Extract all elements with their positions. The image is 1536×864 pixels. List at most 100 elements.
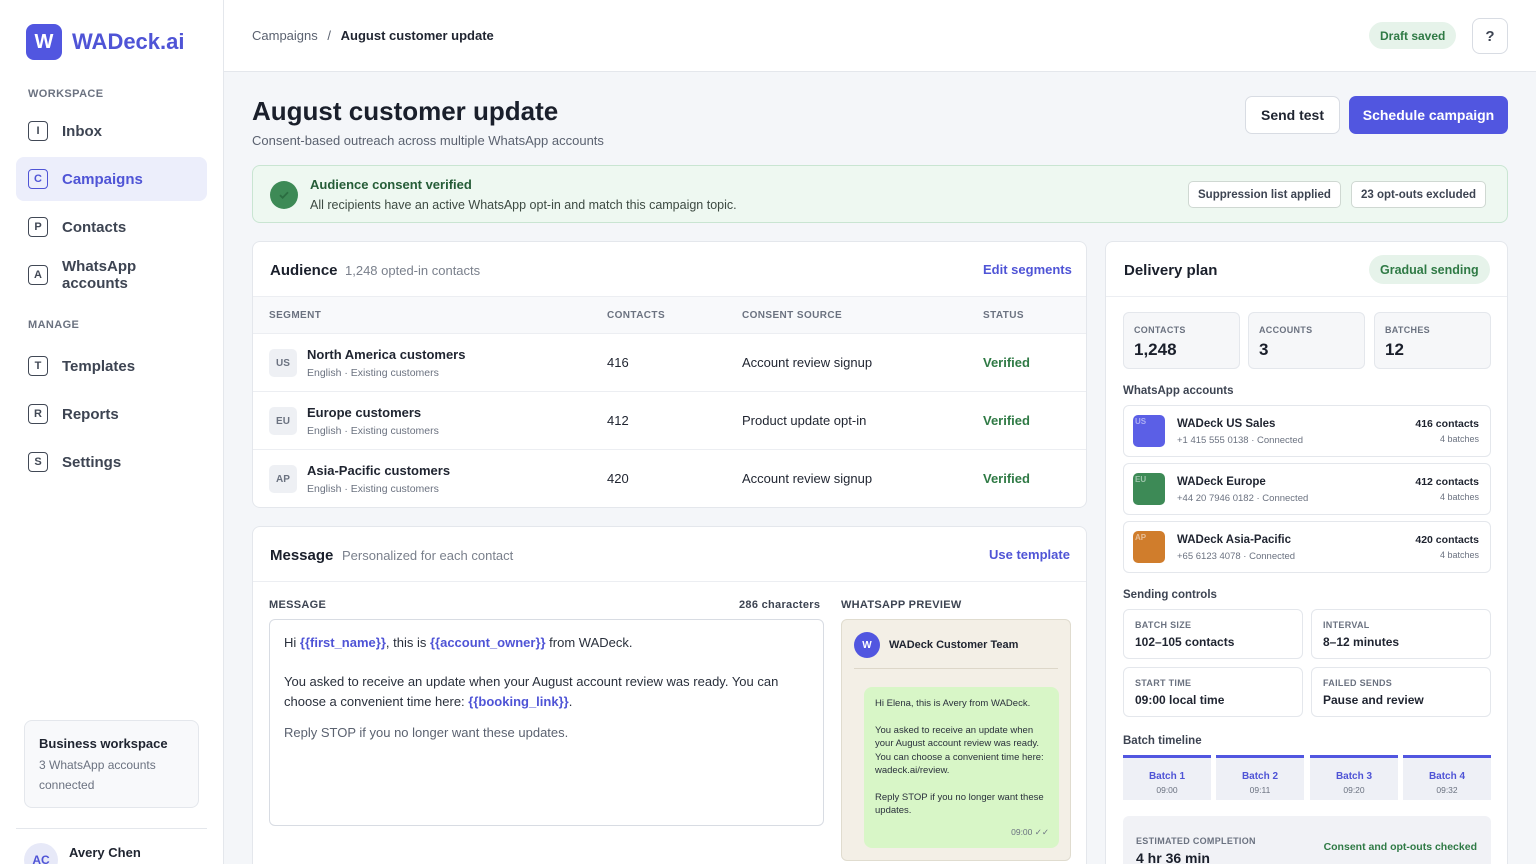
use-template-link[interactable]: Use template (989, 547, 1070, 562)
table-row[interactable]: AP Asia-Pacific customers English · Exis… (253, 449, 1086, 507)
page-subtitle: Consent-based outreach across multiple W… (252, 133, 604, 148)
sidebar-item-label: Contacts (62, 218, 127, 236)
column-header-consent-source: CONSENT SOURCE (742, 310, 843, 321)
control-label: START TIME (1135, 678, 1192, 688)
logo-mark: W (26, 24, 62, 60)
sidebar-item-inbox[interactable]: I Inbox (16, 109, 207, 153)
table-row[interactable]: EU Europe customers English · Existing c… (253, 391, 1086, 449)
nav-heading-workspace: WORKSPACE (28, 88, 104, 100)
audience-subtitle: 1,248 opted-in contacts (345, 263, 481, 278)
preview-header: W WADeck Customer Team (854, 632, 1058, 669)
account-item[interactable]: US WADeck US Sales +1 415 555 0138 · Con… (1123, 405, 1491, 457)
account-name: WADeck US Sales (1177, 418, 1276, 430)
status-badge: Draft saved (1369, 22, 1457, 49)
templates-icon: T (28, 356, 48, 376)
inbox-icon: I (28, 121, 48, 141)
batch-name: Batch 3 (1335, 771, 1373, 782)
control-label: FAILED SENDS (1323, 678, 1393, 688)
stat-label: BATCHES (1385, 325, 1430, 335)
table-header (253, 296, 1086, 333)
start-time-control[interactable]: START TIME 09:00 local time (1123, 667, 1303, 717)
account-item[interactable]: EU WADeck Europe +44 20 7946 0182 · Conn… (1123, 463, 1491, 515)
breadcrumb: Campaigns / August customer update (252, 28, 494, 43)
consent-subtitle: All recipients have an active WhatsApp o… (310, 198, 737, 212)
segment-badge: US (269, 349, 297, 377)
workspace-card[interactable]: Business workspace 3 WhatsApp accounts c… (24, 720, 199, 808)
stat-accounts: ACCOUNTS 3 (1248, 312, 1365, 369)
account-name: WADeck Europe (1177, 476, 1266, 488)
batch-time: 09:32 (1436, 785, 1458, 795)
preview-sender: WADeck Customer Team (889, 639, 1019, 651)
batch-name: Batch 4 (1428, 771, 1466, 782)
account-batches: 4 batches (1439, 492, 1479, 502)
campaigns-icon: C (28, 169, 48, 189)
control-value: 102–105 contacts (1135, 635, 1235, 649)
segment-badge: EU (269, 407, 297, 435)
user-name: Avery Chen (69, 845, 141, 860)
sending-mode-badge[interactable]: Gradual sending (1369, 255, 1490, 284)
sidebar-item-contacts[interactable]: P Contacts (16, 205, 207, 249)
whatsapp-preview: W WADeck Customer Team Hi Elena, this is… (841, 619, 1071, 861)
batch-name: Batch 2 (1241, 771, 1279, 782)
variable-token[interactable]: {{booking_link}} (468, 694, 568, 709)
sidebar-item-settings[interactable]: S Settings (16, 440, 207, 484)
message-line-3: Reply STOP if you no longer want these u… (284, 725, 569, 740)
control-value: 09:00 local time (1135, 693, 1225, 707)
text-run: Hi (284, 635, 300, 650)
variable-token[interactable]: {{first_name}} (300, 635, 386, 650)
account-swatch: EU (1133, 473, 1165, 505)
sidebar-item-templates[interactable]: T Templates (16, 344, 207, 388)
sidebar-item-whatsapp-accounts[interactable]: A WhatsApp accounts (16, 253, 166, 297)
segment-meta: English · Existing customers (307, 483, 439, 495)
estimate-value: 4 hr 36 min (1136, 850, 1210, 864)
segment-status: Verified (983, 355, 1030, 370)
variable-token[interactable]: {{account_owner}} (430, 635, 546, 650)
breadcrumb-parent[interactable]: Campaigns (252, 28, 318, 43)
stat-contacts: CONTACTS 1,248 (1123, 312, 1240, 369)
segment-name: Europe customers (307, 405, 422, 420)
segment-source: Account review signup (742, 355, 873, 370)
control-value: Pause and review (1323, 693, 1424, 707)
help-button[interactable]: ? (1472, 18, 1508, 54)
preview-label: WHATSAPP PREVIEW (841, 599, 962, 611)
sidebar-item-label: Campaigns (62, 170, 143, 188)
batch-time: 09:20 (1343, 785, 1365, 795)
segment-contacts: 416 (607, 355, 629, 370)
batch-size-control[interactable]: BATCH SIZE 102–105 contacts (1123, 609, 1303, 659)
sidebar-item-label: Settings (62, 453, 122, 471)
batch-item[interactable]: Batch 3 09:20 (1310, 755, 1398, 800)
interval-control[interactable]: INTERVAL 8–12 minutes (1311, 609, 1491, 659)
segment-name: North America customers (307, 347, 466, 362)
schedule-campaign-button[interactable]: Schedule campaign (1349, 96, 1508, 134)
control-label: INTERVAL (1323, 620, 1370, 630)
account-batches: 4 batches (1439, 550, 1479, 560)
sidebar-item-campaigns[interactable]: C Campaigns (16, 157, 207, 201)
message-editor[interactable]: Hi {{first_name}}, this is {{account_own… (269, 619, 824, 826)
breadcrumb-current: August customer update (340, 28, 494, 43)
account-batches: 4 batches (1439, 434, 1479, 444)
sidebar-item-reports[interactable]: R Reports (16, 392, 207, 436)
failed-sends-control[interactable]: FAILED SENDS Pause and review (1311, 667, 1491, 717)
edit-segments-link[interactable]: Edit segments (983, 262, 1072, 277)
settings-icon: S (28, 452, 48, 472)
stat-batches: BATCHES 12 (1374, 312, 1491, 369)
send-test-button[interactable]: Send test (1245, 96, 1340, 134)
reports-icon: R (28, 404, 48, 424)
table-row[interactable]: US North America customers English · Exi… (253, 333, 1086, 391)
account-name: WADeck Asia-Pacific (1177, 534, 1291, 546)
control-label: BATCH SIZE (1135, 620, 1192, 630)
account-swatch: AP (1133, 531, 1165, 563)
estimate-label: ESTIMATED COMPLETION (1136, 836, 1256, 846)
user-menu[interactable]: AC Avery Chen (16, 828, 207, 864)
message-line-1: Hi {{first_name}}, this is {{account_own… (284, 633, 809, 653)
account-phone: +44 20 7946 0182 · Connected (1177, 493, 1309, 504)
logo[interactable]: W WADeck.ai (26, 24, 185, 60)
message-subtitle: Personalized for each contact (342, 548, 514, 563)
account-item[interactable]: AP WADeck Asia-Pacific +65 6123 4078 · C… (1123, 521, 1491, 573)
batch-item[interactable]: Batch 4 09:32 (1403, 755, 1491, 800)
batch-item[interactable]: Batch 2 09:11 (1216, 755, 1304, 800)
column-header-segment: SEGMENT (269, 310, 322, 321)
batch-item[interactable]: Batch 1 09:00 (1123, 755, 1211, 800)
bubble-text: Hi Elena, this is Avery from WADeck. (875, 698, 1031, 709)
batch-name: Batch 1 (1148, 771, 1186, 782)
